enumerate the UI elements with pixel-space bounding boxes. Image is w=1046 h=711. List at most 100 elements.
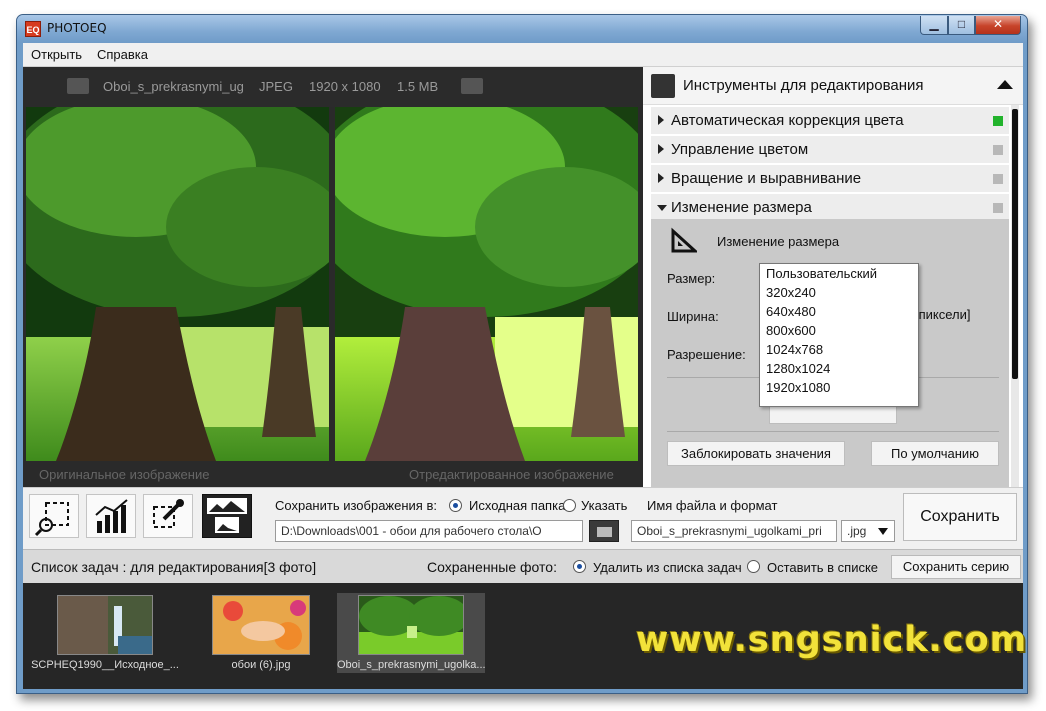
default-button[interactable]: По умолчанию	[871, 441, 999, 466]
tools-title: Инструменты для редактирования	[683, 77, 924, 94]
size-dropdown-list[interactable]: Пользовательский 320x240 640x480 800x600…	[759, 263, 919, 407]
eyedropper-button[interactable]	[143, 494, 193, 538]
task-list-title: Список задач : для редактирования[3 фото…	[31, 559, 317, 575]
eyedropper-icon	[153, 499, 184, 528]
camera-icon	[461, 78, 483, 94]
menu-open[interactable]: Открыть	[31, 47, 82, 62]
radio-source-folder[interactable]	[449, 499, 462, 512]
size-option[interactable]: 640x480	[760, 302, 918, 321]
size-option[interactable]: 800x600	[760, 321, 918, 340]
image-dimensions: 1920 x 1080	[309, 79, 381, 94]
editing-tools-panel: Инструменты для редактирования Автоматич…	[643, 67, 1023, 487]
list-item[interactable]: SCPHEQ1990__Исходное_...	[29, 593, 181, 673]
output-filename-field[interactable]: Oboi_s_prekrasnymi_ugolkami_pri	[631, 520, 837, 542]
menu-help[interactable]: Справка	[97, 47, 148, 62]
minimize-button[interactable]: ▁	[920, 16, 948, 35]
app-window: EQ PHOTOEQ ▁ □ ✕ Открыть Справка Oboi_s_…	[16, 14, 1028, 694]
section-color-management[interactable]: Управление цветом	[651, 136, 1009, 164]
list-item-selected[interactable]: Oboi_s_prekrasnymi_ugolka...	[337, 593, 485, 673]
original-image[interactable]	[26, 107, 329, 461]
compare-view-button[interactable]	[202, 494, 252, 538]
section-auto-color[interactable]: Автоматическая коррекция цвета	[651, 107, 1009, 135]
image-size: 1.5 MB	[397, 79, 439, 94]
thumbnail	[212, 595, 310, 655]
resolution-label: Разрешение:	[667, 347, 746, 362]
save-batch-button[interactable]: Сохранить серию	[891, 555, 1021, 579]
task-list-bar: Список задач : для редактирования[3 фото…	[23, 549, 1023, 583]
status-indicator	[993, 116, 1003, 126]
section-label: Автоматическая коррекция цвета	[671, 112, 904, 129]
status-indicator	[993, 145, 1003, 155]
expand-arrow-icon	[658, 115, 664, 125]
set-square-icon	[671, 227, 697, 253]
thumbnail-name: Oboi_s_prekrasnymi_ugolka...	[337, 659, 485, 671]
section-label: Изменение размера	[671, 199, 812, 216]
size-option[interactable]: 1280x1024	[760, 359, 918, 378]
format-select[interactable]: .jpg	[841, 520, 895, 542]
sliders-icon	[651, 74, 675, 98]
width-label: Ширина:	[667, 309, 719, 324]
image-format: JPEG	[259, 79, 293, 94]
collapse-arrow-icon	[657, 205, 667, 211]
resize-subtitle: Изменение размера	[717, 234, 840, 249]
title-bar[interactable]: EQ PHOTOEQ ▁ □ ✕	[17, 15, 1027, 43]
scrollbar-thumb[interactable]	[1012, 109, 1018, 379]
browse-folder-button[interactable]	[589, 520, 619, 542]
thumbnail-name: SCPHEQ1990__Исходное_...	[31, 659, 179, 671]
window-title: PHOTOEQ	[47, 21, 107, 35]
section-label: Управление цветом	[671, 141, 809, 158]
keep-in-list-label: Оставить в списке	[767, 560, 879, 575]
section-label: Вращение и выравнивание	[671, 170, 862, 187]
close-button[interactable]: ✕	[975, 16, 1021, 35]
size-option[interactable]: Пользовательский	[760, 264, 918, 283]
size-option[interactable]: 1024x768	[760, 340, 918, 359]
radio-keep-in-list[interactable]	[747, 560, 760, 573]
radio-specify[interactable]	[563, 499, 576, 512]
resize-panel: Изменение размера Размер: Ширина: [пиксе…	[651, 219, 1009, 487]
divider	[667, 431, 999, 432]
chevron-down-icon	[878, 528, 888, 535]
size-option[interactable]: 320x240	[760, 283, 918, 302]
lock-values-button[interactable]: Заблокировать значения	[667, 441, 845, 466]
format-value: .jpg	[847, 524, 867, 538]
section-rotate-align[interactable]: Вращение и выравнивание	[651, 165, 1009, 193]
specify-label: Указать	[581, 498, 628, 513]
image-icon	[67, 78, 89, 94]
image-filename: Oboi_s_prekrasnymi_ug	[103, 79, 244, 94]
status-indicator	[993, 174, 1003, 184]
units-label: [пиксели]	[915, 307, 971, 322]
radio-remove-from-list[interactable]	[573, 560, 586, 573]
crop-zoom-button[interactable]	[29, 494, 79, 538]
levels-button[interactable]	[86, 494, 136, 538]
app-logo: EQ	[25, 21, 41, 37]
saved-photos-label: Сохраненные фото:	[427, 559, 557, 575]
bar-chart-icon	[95, 499, 128, 533]
thumbnail	[57, 595, 153, 655]
status-indicator	[993, 203, 1003, 213]
save-button[interactable]: Сохранить	[903, 493, 1017, 541]
tools-scrollbar[interactable]	[1011, 105, 1019, 487]
image-info-bar: Oboi_s_prekrasnymi_ug JPEG 1920 x 1080 1…	[23, 67, 643, 107]
section-resize[interactable]: Изменение размера	[651, 194, 1009, 222]
save-to-label: Сохранить изображения в:	[275, 498, 437, 513]
client-area: Открыть Справка Oboi_s_prekrasnymi_ug JP…	[23, 43, 1023, 689]
tools-header[interactable]: Инструменты для редактирования	[643, 67, 1023, 105]
expand-arrow-icon	[658, 144, 664, 154]
compare-images-icon	[207, 498, 247, 533]
size-option[interactable]: 1920x1080	[760, 378, 918, 397]
thumbnail	[358, 595, 464, 655]
watermark-text: www.sngsnick.com	[636, 620, 1028, 660]
maximize-button[interactable]: □	[948, 16, 975, 35]
original-caption: Оригинальное изображение	[39, 467, 210, 482]
collapse-arrow-icon[interactable]	[997, 80, 1013, 89]
source-folder-label: Исходная папка	[469, 498, 566, 513]
menu-bar: Открыть Справка	[23, 43, 1023, 67]
edited-image[interactable]	[335, 107, 638, 461]
filename-format-label: Имя файла и формат	[647, 498, 778, 513]
list-item[interactable]: обои (6).jpg	[191, 593, 331, 673]
expand-arrow-icon	[658, 173, 664, 183]
bottom-toolbar: Сохранить изображения в: Исходная папка …	[23, 487, 1023, 549]
size-label: Размер:	[667, 271, 716, 286]
output-path-field[interactable]: D:\Downloads\001 - обои для рабочего сто…	[275, 520, 583, 542]
edited-caption: Отредактированное изображение	[409, 467, 614, 482]
